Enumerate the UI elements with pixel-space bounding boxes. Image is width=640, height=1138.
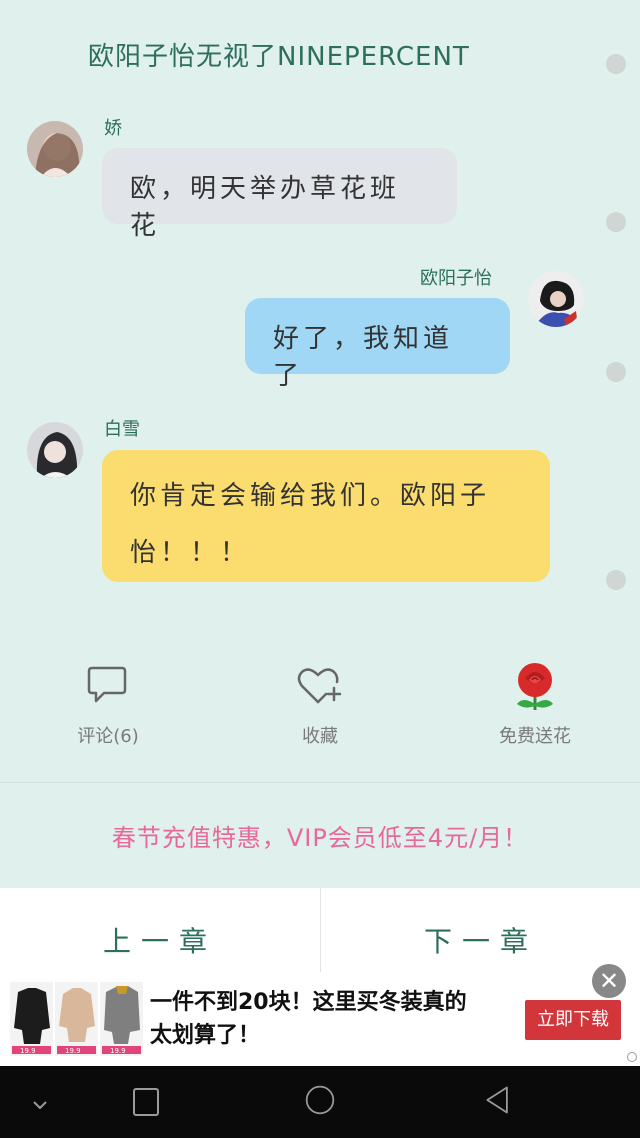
avatar[interactable] [27, 121, 83, 177]
comment-icon [87, 666, 127, 703]
chapter-nav: 上一章 下一章 [0, 888, 640, 978]
ad-banner[interactable]: 19.9 19.9 19.9 一件不到20块！这里买冬装真的 太划算了！ 立即下… [0, 964, 640, 1066]
ad-text-line: 一件不到20块！这里买冬装真的 [150, 990, 467, 1015]
recent-apps-icon[interactable] [126, 1086, 166, 1118]
close-icon[interactable]: ✕ [592, 964, 626, 998]
scroll-dot [606, 362, 626, 382]
message-bubble: 欧，明天举办草花班花 [102, 148, 457, 241]
ad-thumb-price: 19.9 [20, 1047, 36, 1055]
message-bubble: 好了，我知道了 [245, 298, 510, 391]
ad-text: 一件不到20块！这里买冬装真的 太划算了！ [150, 986, 467, 1052]
ad-text-line: 太划算了！ [150, 1023, 261, 1048]
scroll-dot [606, 212, 626, 232]
ad-download-button[interactable]: 立即下载 [525, 1000, 621, 1040]
ad-thumb-price: 19.9 [65, 1047, 81, 1055]
chapter-title: 欧阳子怡无视了NINEPERCENT [88, 42, 470, 72]
scroll-dot [606, 54, 626, 74]
chevron-down-icon[interactable] [20, 1090, 60, 1122]
sender-name: 白雪 [104, 419, 140, 440]
message-text: 欧，明天举办草花班花 [130, 174, 401, 241]
ad-thumb-price: 19.9 [110, 1047, 126, 1055]
favorite-label: 收藏 [302, 726, 338, 747]
avatar[interactable] [528, 271, 584, 327]
action-bar: 评论(6) 收藏 免费送花 [0, 650, 640, 770]
promo-banner[interactable]: 春节充值特惠，VIP会员低至4元/月！ [0, 818, 640, 853]
flower-label: 免费送花 [499, 726, 571, 747]
back-icon[interactable] [478, 1084, 518, 1116]
comment-label: 评论(6) [77, 726, 139, 747]
message-text: 怡！！！ [130, 538, 251, 568]
divider [0, 782, 640, 783]
sender-name: 欧阳子怡 [420, 268, 492, 289]
next-chapter-button[interactable]: 下一章 [321, 888, 640, 978]
message-bubble: 你肯定会输给我们。欧阳子 怡！！！ [102, 450, 550, 582]
message-text: 好了，我知道了 [273, 324, 454, 391]
message-text: 你肯定会输给我们。欧阳子 [130, 481, 491, 511]
ad-info-icon[interactable] [627, 1052, 637, 1062]
heart-plus-icon [297, 668, 342, 704]
system-nav-bar [0, 1066, 640, 1138]
ad-image: 19.9 19.9 19.9 [10, 982, 144, 1056]
rose-icon [517, 663, 553, 710]
home-icon[interactable] [300, 1084, 340, 1116]
avatar[interactable] [27, 422, 83, 478]
scroll-dot [606, 570, 626, 590]
sender-name: 娇 [104, 118, 122, 139]
prev-chapter-button[interactable]: 上一章 [0, 888, 321, 978]
